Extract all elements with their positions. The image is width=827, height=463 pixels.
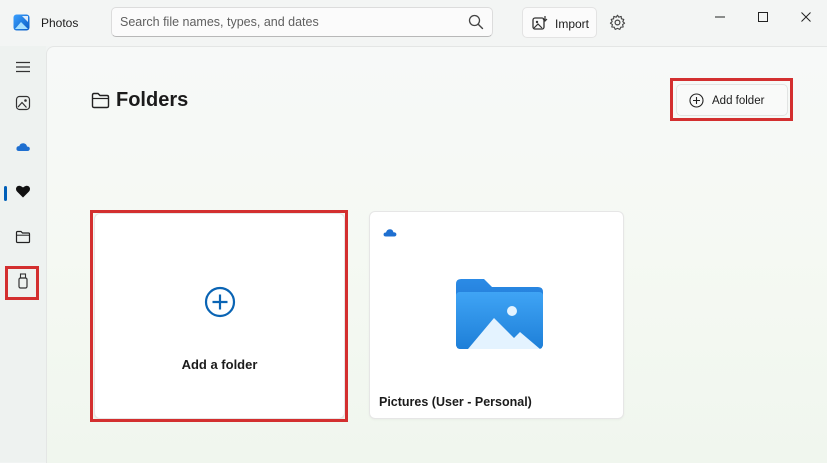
cloud-icon [16,143,30,151]
folder-card-label: Pictures (User - Personal) [379,395,532,409]
gallery-icon [15,95,31,111]
highlight-box-folders-nav [5,266,39,300]
page-title: Folders [116,89,189,111]
navigation-sidebar [0,46,46,462]
pictures-folder-icon [456,279,543,349]
close-icon[interactable] [795,8,817,26]
folder-card-pictures[interactable]: Pictures (User - Personal) [369,211,624,419]
import-icon [532,16,548,30]
photos-app-icon [13,14,30,31]
maximize-icon[interactable] [752,8,774,26]
highlight-box-add-folder [670,78,793,121]
minimize-icon[interactable] [709,8,731,26]
folder-icon [15,230,31,244]
import-label: Import [555,17,590,31]
folder-icon [91,92,110,109]
title-bar: Photos Import [0,0,827,46]
sidebar-item-favorites[interactable] [4,174,42,208]
sidebar-item-onedrive[interactable] [4,130,42,164]
heart-icon [16,185,30,198]
gear-icon[interactable] [609,14,626,31]
sidebar-item-folders[interactable] [4,220,42,254]
search-box[interactable] [111,7,493,37]
import-button[interactable]: Import [522,7,597,38]
search-input[interactable] [120,8,460,36]
sidebar-item-gallery[interactable] [4,86,42,120]
app-title: Photos [41,16,79,30]
hamburger-menu-icon [16,61,30,73]
sidebar-item-menu[interactable] [4,50,42,84]
search-icon[interactable] [468,14,484,30]
onedrive-cloud-icon [383,229,397,237]
highlight-box-add-card [90,210,348,422]
